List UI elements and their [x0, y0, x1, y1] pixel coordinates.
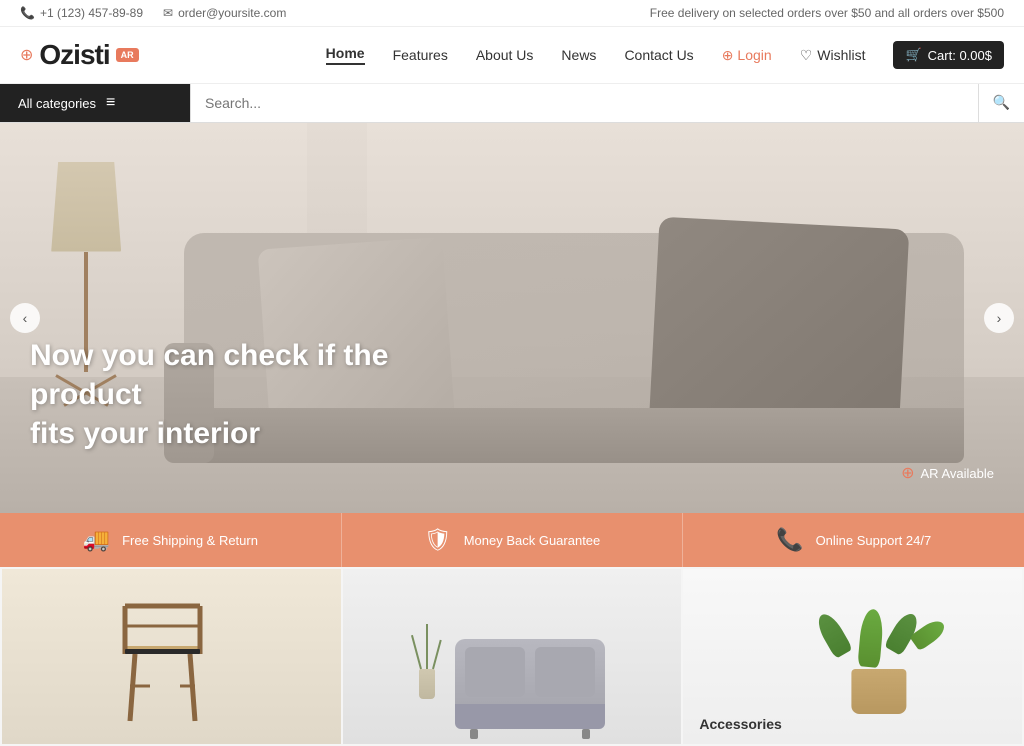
plant-visual — [834, 609, 923, 714]
phone-number: +1 (123) 457-89-89 — [40, 6, 143, 20]
nav-news[interactable]: News — [561, 47, 596, 63]
feature-money-back: 🛡 Money Back Guarantee — [342, 513, 684, 567]
product-accessories-label: Accessories — [699, 716, 782, 732]
login-label: Login — [737, 47, 771, 63]
login-icon: ⊕ — [722, 47, 734, 64]
cart-button[interactable]: 🛒 Cart: 0.00$ — [893, 41, 1004, 69]
products-section: Accessories — [0, 567, 1024, 746]
logo[interactable]: ⊕ Ozisti AR — [20, 39, 139, 71]
search-input-wrap — [190, 84, 978, 122]
money-back-icon: 🛡 — [424, 527, 452, 553]
support-icon: 📞 — [776, 527, 803, 553]
shipping-icon: 🚚 — [83, 527, 110, 553]
search-submit-button[interactable]: 🔍 — [978, 84, 1024, 122]
search-icon: 🔍 — [993, 94, 1010, 110]
wishlist-icon: ♡ — [800, 47, 813, 64]
features-bar: 🚚 Free Shipping & Return 🛡 Money Back Gu… — [0, 513, 1024, 567]
lamp-shade — [51, 162, 121, 252]
money-back-label: Money Back Guarantee — [464, 533, 601, 548]
cart-label: Cart: 0.00$ — [928, 48, 992, 63]
hero-text: Now you can check if the product fits yo… — [30, 336, 410, 453]
vase-plant — [419, 624, 435, 699]
support-label: Online Support 24/7 — [816, 533, 932, 548]
wishlist-label: Wishlist — [817, 47, 865, 63]
product-card-sofa[interactable] — [343, 569, 682, 744]
all-categories-button[interactable]: All categories ≡ — [0, 84, 190, 122]
header: ⊕ Ozisti AR Home Features About Us News … — [0, 27, 1024, 84]
sofa-vase-visual — [419, 624, 605, 729]
phone-icon: 📞 — [20, 6, 35, 20]
nav-login[interactable]: ⊕ Login — [722, 47, 772, 64]
nav-home[interactable]: Home — [326, 45, 365, 65]
nav-about-us[interactable]: About Us — [476, 47, 534, 63]
pillow-right — [649, 217, 910, 440]
email-address: order@yoursite.com — [178, 6, 286, 20]
phone-info: 📞 +1 (123) 457-89-89 — [20, 6, 143, 20]
hamburger-icon: ≡ — [106, 94, 115, 112]
main-nav: Home Features About Us News Contact Us ⊕… — [326, 41, 1004, 69]
hero-banner: ‹ › Now you can check if the product fit… — [0, 123, 1024, 513]
chair-visual — [105, 586, 225, 729]
hero-headline: Now you can check if the product fits yo… — [30, 336, 410, 453]
product-card-accessories[interactable]: Accessories — [683, 569, 1022, 744]
search-input[interactable] — [205, 95, 964, 111]
logo-text: Ozisti — [39, 39, 109, 71]
hero-next-arrow[interactable]: › — [984, 303, 1014, 333]
logo-ar-badge: AR — [116, 48, 139, 62]
cart-icon: 🛒 — [905, 47, 921, 63]
ar-available-icon: ⊕ — [901, 463, 914, 483]
nav-features[interactable]: Features — [393, 47, 448, 63]
feature-support: 📞 Online Support 24/7 — [683, 513, 1024, 567]
hero-headline-line1: Now you can check if the product — [30, 339, 388, 411]
all-categories-label: All categories — [18, 96, 96, 111]
small-sofa — [455, 639, 605, 729]
product-card-chair[interactable] — [2, 569, 341, 744]
top-bar: 📞 +1 (123) 457-89-89 ✉ order@yoursite.co… — [0, 0, 1024, 27]
email-icon: ✉ — [163, 6, 173, 20]
hero-headline-line2: fits your interior — [30, 417, 260, 450]
shipping-label: Free Shipping & Return — [122, 533, 258, 548]
hero-prev-arrow[interactable]: ‹ — [10, 303, 40, 333]
feature-shipping: 🚚 Free Shipping & Return — [0, 513, 342, 567]
email-info: ✉ order@yoursite.com — [163, 6, 286, 20]
hero-scene — [0, 123, 1024, 513]
ar-logo-icon: ⊕ — [20, 45, 33, 65]
nav-wishlist[interactable]: ♡ Wishlist — [800, 47, 866, 64]
ar-badge: ⊕ AR Available — [901, 463, 994, 483]
top-bar-left: 📞 +1 (123) 457-89-89 ✉ order@yoursite.co… — [20, 6, 286, 20]
ar-available-label: AR Available — [921, 466, 994, 481]
nav-contact-us[interactable]: Contact Us — [624, 47, 693, 63]
promo-text: Free delivery on selected orders over $5… — [650, 6, 1004, 20]
search-bar: All categories ≡ 🔍 — [0, 84, 1024, 123]
